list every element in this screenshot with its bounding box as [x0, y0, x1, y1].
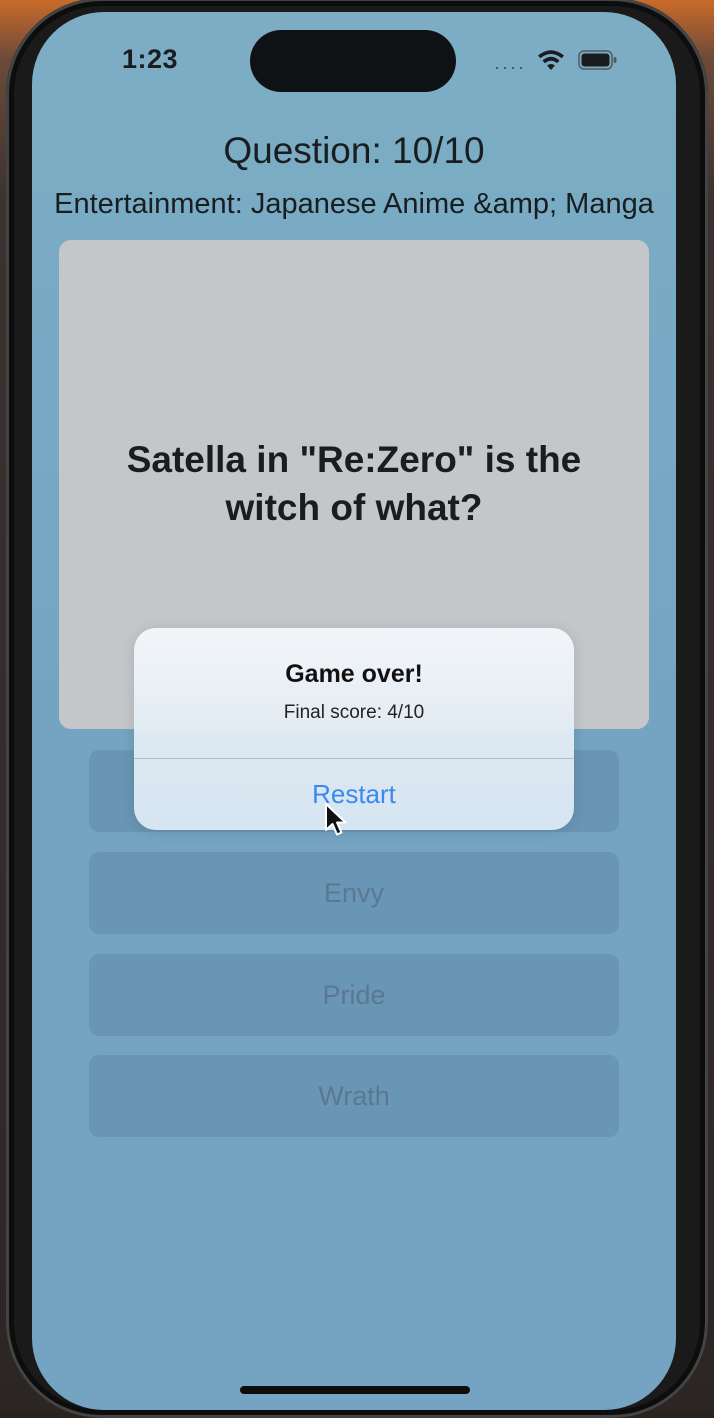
home-indicator[interactable]	[240, 1386, 470, 1394]
game-over-alert: Game over! Final score: 4/10 Restart	[134, 628, 574, 830]
alert-message: Final score: 4/10	[283, 702, 425, 723]
app-screen: 1:23 ···· Question: 10/10 Entertainment:…	[32, 12, 676, 1410]
alert-title: Game over!	[285, 660, 423, 688]
mouse-pointer-icon	[325, 803, 347, 836]
restart-button[interactable]: Restart	[134, 759, 574, 830]
